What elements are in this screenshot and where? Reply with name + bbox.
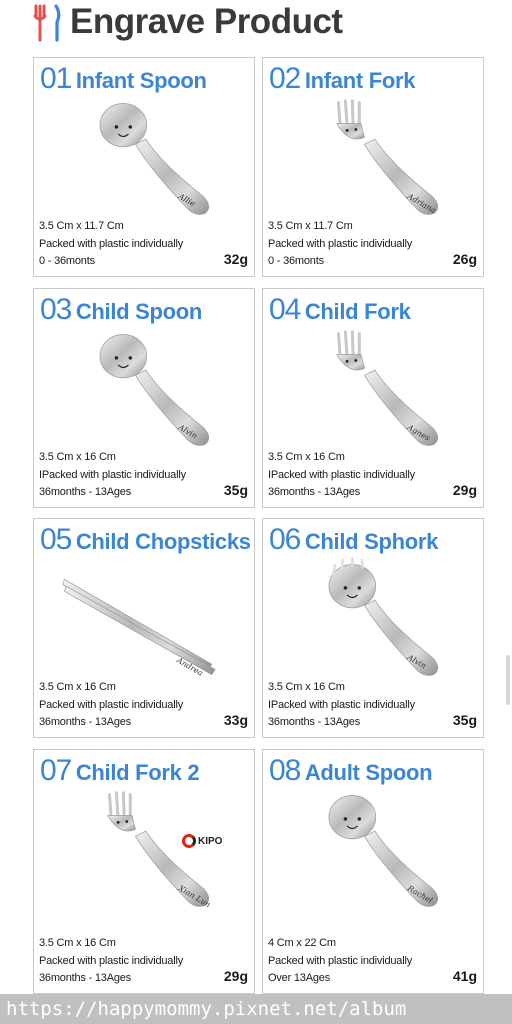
kipo-logo: KIPO <box>182 834 222 848</box>
product-name: Infant Spoon <box>75 68 207 93</box>
product-age-range: 0 - 36monts <box>268 255 324 267</box>
product-number: 08 <box>269 754 301 787</box>
product-packaging: Packed with plastic individually <box>268 955 413 967</box>
product-name: Child Sphork <box>304 529 439 554</box>
product-card: 03 Child Spoon Alvin 3.5 Cm x 16 Cm IPacked… <box>33 288 255 508</box>
product-name: Child Chopsticks <box>75 529 251 554</box>
product-title: 03 Child Spoon <box>40 293 202 327</box>
product-age-range: Over 13Ages <box>268 972 331 984</box>
product-packaging: IPacked with plastic individually <box>268 469 415 481</box>
product-title: 01 Infant Spoon <box>40 62 207 96</box>
product-weight: 35g <box>452 712 477 728</box>
scroll-indicator <box>506 655 510 705</box>
cutlery-icon <box>33 4 61 42</box>
product-utensil-image: Rachel <box>328 795 439 907</box>
product-weight: 29g <box>452 482 477 498</box>
product-size: 3.5 Cm x 16 Cm <box>39 937 116 949</box>
product-weight: 41g <box>452 968 477 984</box>
product-packaging: Packed with plastic individually <box>39 955 184 967</box>
product-title: 02 Infant Fork <box>269 62 416 96</box>
product-number: 01 <box>40 62 72 95</box>
product-size: 3.5 Cm x 16 Cm <box>39 451 116 463</box>
product-age-range: 36months - 13Ages <box>268 716 360 728</box>
product-number: 07 <box>40 754 72 787</box>
product-packaging: IPacked with plastic individually <box>39 469 186 481</box>
product-card: 06 Child Sphork Alvin 3.5 Cm x 16 Cm IPacke… <box>262 518 484 738</box>
kipo-logo-text: KIPO <box>198 835 223 847</box>
product-utensil-image: Adriana <box>336 99 439 215</box>
product-number: 05 <box>40 523 72 556</box>
product-weight: 29g <box>223 968 248 984</box>
product-age-range: 36months - 13Ages <box>268 486 360 498</box>
product-card: 04 Child Fork Agnes 3.5 Cm x 16 Cm IPacked … <box>262 288 484 508</box>
product-age-range: 36months - 13Ages <box>39 716 131 728</box>
product-title: 04 Child Fork <box>269 293 411 327</box>
product-number: 04 <box>269 293 301 326</box>
product-size: 3.5 Cm x 16 Cm <box>268 451 345 463</box>
product-card: 07 Child Fork 2 Xian Lun KIPO 3.5 Cm x 16 C… <box>33 749 255 994</box>
product-name: Child Fork 2 <box>75 760 200 785</box>
product-weight: 35g <box>223 482 248 498</box>
product-title: 05 Child Chopsticks <box>40 523 251 557</box>
product-packaging: Packed with plastic individually <box>39 238 184 250</box>
page-title: Engrave Product <box>70 2 343 41</box>
product-age-range: 36months - 13Ages <box>39 486 131 498</box>
product-name: Child Fork <box>304 299 411 324</box>
product-weight: 26g <box>452 251 477 267</box>
page-header: Engrave Product <box>0 0 512 50</box>
product-utensil-image: Xian Lun <box>107 791 212 909</box>
product-card: 05 Child Chopsticks Andrea 3.5 Cm x 16 Cm P… <box>33 518 255 738</box>
product-number: 03 <box>40 293 72 326</box>
product-title: 06 Child Sphork <box>269 523 438 557</box>
watermark-url: https://happymommy.pixnet.net/album <box>0 994 512 1024</box>
product-packaging: Packed with plastic individually <box>39 699 184 711</box>
product-age-range: 0 - 36monts <box>39 255 95 267</box>
product-size: 3.5 Cm x 16 Cm <box>39 681 116 693</box>
kipo-logo-mark <box>182 834 196 848</box>
product-utensil-image: Alvin <box>328 557 439 676</box>
product-utensil-image: Andrea <box>62 578 216 678</box>
product-card: 02 Infant Fork Adriana 3.5 Cm x 11.7 Cm Pac… <box>262 57 484 277</box>
product-title: 07 Child Fork 2 <box>40 754 200 788</box>
product-size: 3.5 Cm x 11.7 Cm <box>39 220 124 232</box>
product-card: 01 Infant Spoon Allie 3.5 Cm x 11.7 Cm Pack… <box>33 57 255 277</box>
product-size: 3.5 Cm x 16 Cm <box>268 681 345 693</box>
product-weight: 33g <box>223 712 248 728</box>
product-name: Adult Spoon <box>304 760 433 785</box>
product-name: Child Spoon <box>75 299 203 324</box>
product-size: 4 Cm x 22 Cm <box>268 937 336 949</box>
product-utensil-image: Agnes <box>336 330 439 446</box>
product-title: 08 Adult Spoon <box>269 754 433 788</box>
product-utensil-image: Allie <box>99 103 210 215</box>
product-packaging: IPacked with plastic individually <box>268 699 415 711</box>
product-size: 3.5 Cm x 11.7 Cm <box>268 220 353 232</box>
product-age-range: 36months - 13Ages <box>39 972 131 984</box>
product-number: 06 <box>269 523 301 556</box>
product-utensil-image: Alvin <box>99 334 210 446</box>
product-weight: 32g <box>223 251 248 267</box>
product-number: 02 <box>269 62 301 95</box>
product-packaging: Packed with plastic individually <box>268 238 413 250</box>
product-card: 08 Adult Spoon Rachel 4 Cm x 22 Cm Packed w… <box>262 749 484 994</box>
product-name: Infant Fork <box>304 68 416 93</box>
